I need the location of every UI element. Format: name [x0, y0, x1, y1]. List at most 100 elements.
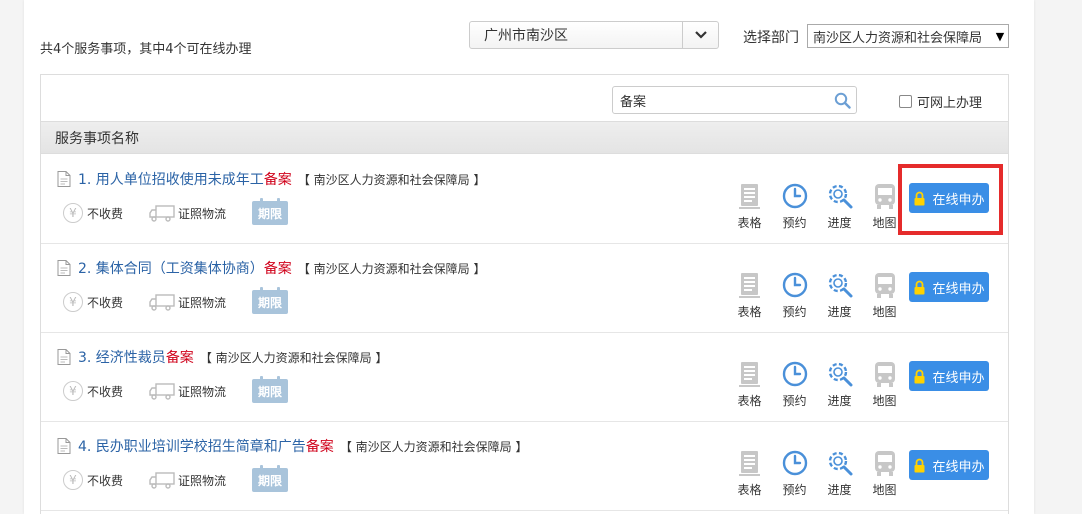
deadline-icon[interactable]: 期限 [252, 465, 289, 492]
apply-online-button[interactable]: 在线申办 [909, 183, 989, 213]
region-select[interactable]: 广州市南沙区 [469, 21, 719, 49]
progress-action[interactable]: 进度 [817, 448, 862, 498]
form-label: 表格 [737, 483, 762, 497]
fee-feature: ¥ 不收费 [63, 381, 123, 401]
deadline-feature[interactable]: 期限 [252, 376, 289, 403]
lock-icon [914, 280, 925, 294]
service-list-panel: 可网上办理 服务事项名称 1. 用人单位招收使用未成年工备案 【 南沙区人力资源… [40, 74, 1009, 514]
apply-online-button[interactable]: 在线申办 [909, 450, 989, 480]
search-box[interactable] [612, 86, 857, 114]
logistics-label: 证照物流 [178, 473, 227, 488]
map-action[interactable]: 地图 [862, 270, 907, 320]
progress-action[interactable]: 进度 [817, 359, 862, 409]
deadline-icon[interactable]: 期限 [252, 376, 289, 403]
map-action[interactable]: 地图 [862, 181, 907, 231]
service-item-tag[interactable]: 备案 [306, 436, 334, 456]
document-icon [57, 349, 71, 365]
progress-search-icon [828, 451, 852, 476]
deadline-icon[interactable]: 期限 [252, 198, 289, 225]
service-item-name[interactable]: 2. 集体合同（工资集体协商） [78, 258, 264, 278]
form-action[interactable]: 表格 [727, 448, 772, 498]
service-item-name[interactable]: 4. 民办职业培训学校招生简章和广告 [78, 436, 306, 456]
deadline-feature[interactable]: 期限 [252, 465, 289, 492]
service-item-tag[interactable]: 备案 [264, 169, 292, 189]
service-item-tag[interactable]: 备案 [264, 258, 292, 278]
service-item-title[interactable]: 3. 经济性裁员 备案 【 南沙区人力资源和社会保障局 】 [57, 347, 387, 367]
logistics-feature: 证照物流 [149, 382, 226, 400]
search-input[interactable] [613, 87, 828, 113]
bus-icon [874, 273, 895, 298]
department-select[interactable]: 南沙区人力资源和社会保障局 ▼ [807, 24, 1009, 48]
progress-label: 进度 [827, 394, 852, 408]
logistics-label: 证照物流 [178, 295, 227, 310]
service-features: ¥ 不收费 证照物流 期限 [63, 198, 314, 225]
apply-online-label: 在线申办 [932, 192, 985, 208]
form-label: 表格 [737, 394, 762, 408]
apply-online-label: 在线申办 [932, 281, 985, 297]
yen-icon: ¥ [63, 292, 83, 312]
truck-icon [149, 205, 175, 222]
dropdown-arrow-icon: ▼ [995, 29, 1005, 43]
service-actions: 表格 预约 进度 地图 [727, 270, 907, 320]
truck-icon [149, 383, 175, 400]
form-action[interactable]: 表格 [727, 181, 772, 231]
lock-icon [914, 458, 925, 472]
apply-online-label: 在线申办 [932, 459, 985, 475]
form-icon [738, 273, 760, 298]
fee-label: 不收费 [87, 295, 124, 310]
progress-label: 进度 [827, 305, 852, 319]
online-only-checkbox[interactable] [899, 95, 912, 108]
truck-icon [149, 294, 175, 311]
apply-online-button[interactable]: 在线申办 [909, 361, 989, 391]
progress-search-icon [828, 273, 852, 298]
form-action[interactable]: 表格 [727, 359, 772, 409]
appointment-action[interactable]: 预约 [772, 181, 817, 231]
service-item-name[interactable]: 3. 经济性裁员 [78, 347, 166, 367]
progress-label: 进度 [827, 483, 852, 497]
service-item-row: 3. 经济性裁员 备案 【 南沙区人力资源和社会保障局 】 ¥ 不收费 证照物流 … [41, 333, 1008, 422]
form-action[interactable]: 表格 [727, 270, 772, 320]
document-icon [57, 260, 71, 276]
deadline-feature[interactable]: 期限 [252, 198, 289, 225]
service-features: ¥ 不收费 证照物流 期限 [63, 287, 314, 314]
bus-icon [874, 362, 895, 387]
fee-feature: ¥ 不收费 [63, 292, 123, 312]
apply-online-button[interactable]: 在线申办 [909, 272, 989, 302]
service-item-tag[interactable]: 备案 [166, 347, 194, 367]
appointment-action[interactable]: 预约 [772, 359, 817, 409]
form-icon [738, 362, 760, 387]
form-label: 表格 [737, 305, 762, 319]
clock-icon [782, 183, 807, 209]
service-item-title[interactable]: 1. 用人单位招收使用未成年工 备案 【 南沙区人力资源和社会保障局 】 [57, 169, 485, 189]
page-container: 共4个服务事项，其中4个可在线办理 广州市南沙区 选择部门 南沙区人力资源和社会… [24, 0, 1034, 514]
chevron-down-icon[interactable] [682, 22, 718, 48]
service-features: ¥ 不收费 证照物流 期限 [63, 376, 314, 403]
online-only-filter[interactable]: 可网上办理 [899, 92, 982, 111]
appointment-action[interactable]: 预约 [772, 270, 817, 320]
clock-icon [782, 361, 807, 387]
clock-icon [782, 272, 807, 298]
progress-action[interactable]: 进度 [817, 181, 862, 231]
appointment-label: 预约 [782, 394, 807, 408]
department-label: 选择部门 [743, 30, 799, 46]
region-select-value: 广州市南沙区 [484, 28, 568, 44]
service-item-title[interactable]: 4. 民办职业培训学校招生简章和广告 备案 【 南沙区人力资源和社会保障局 】 [57, 436, 527, 456]
fee-label: 不收费 [87, 384, 124, 399]
progress-action[interactable]: 进度 [817, 270, 862, 320]
deadline-feature[interactable]: 期限 [252, 287, 289, 314]
yen-icon: ¥ [63, 203, 83, 223]
lock-icon [914, 191, 925, 205]
service-item-name[interactable]: 1. 用人单位招收使用未成年工 [78, 169, 264, 189]
logistics-label: 证照物流 [178, 206, 227, 221]
map-action[interactable]: 地图 [862, 359, 907, 409]
service-item-title[interactable]: 2. 集体合同（工资集体协商） 备案 【 南沙区人力资源和社会保障局 】 [57, 258, 485, 278]
apply-online-label: 在线申办 [932, 370, 985, 386]
map-label: 地图 [872, 483, 897, 497]
yen-icon: ¥ [63, 381, 83, 401]
fee-label: 不收费 [87, 206, 124, 221]
map-action[interactable]: 地图 [862, 448, 907, 498]
search-icon[interactable] [828, 92, 856, 109]
appointment-action[interactable]: 预约 [772, 448, 817, 498]
deadline-icon[interactable]: 期限 [252, 287, 289, 314]
service-actions: 表格 预约 进度 地图 [727, 181, 907, 231]
